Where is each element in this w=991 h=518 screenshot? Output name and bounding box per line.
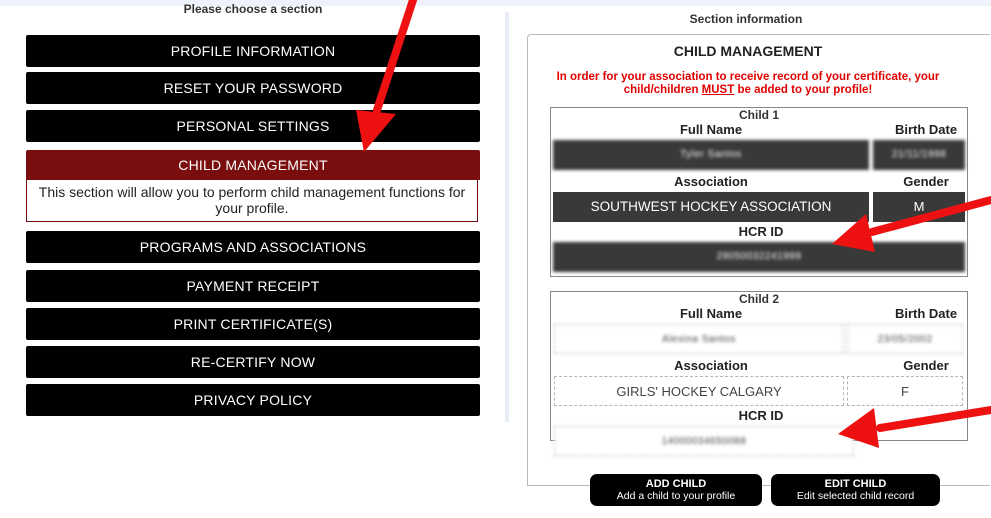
info-header: Section information <box>689 12 803 26</box>
full-name-label: Full Name <box>679 122 743 137</box>
gender-label: Gender <box>903 358 949 373</box>
add-child-subtitle: Add a child to your profile <box>616 490 736 502</box>
child-association: SOUTHWEST HOCKEY ASSOCIATION <box>553 192 869 222</box>
child-heading: Child 1 <box>738 108 779 122</box>
gender-label: Gender <box>903 174 949 189</box>
section-menu: Please choose a section PROFILE INFORMAT… <box>26 0 480 416</box>
edit-child-button[interactable]: EDIT CHILD Edit selected child record <box>771 474 940 506</box>
full-name-label: Full Name <box>679 306 743 321</box>
add-child-title: ADD CHILD <box>645 478 707 490</box>
nav-programs-associations[interactable]: PROGRAMS AND ASSOCIATIONS <box>26 231 480 263</box>
edit-child-title: EDIT CHILD <box>824 478 887 490</box>
hcr-id-label: HCR ID <box>738 408 784 423</box>
panel-title: CHILD MANAGEMENT <box>673 43 823 59</box>
nav-personal-settings[interactable]: PERSONAL SETTINGS <box>26 110 480 142</box>
child-heading: Child 2 <box>738 292 779 306</box>
association-label: Association <box>674 358 748 373</box>
warning-message: In order for your association to receive… <box>528 71 968 97</box>
birth-date-label: Birth Date <box>894 306 958 321</box>
child-gender: M <box>873 192 965 222</box>
nav-reset-password[interactable]: RESET YOUR PASSWORD <box>26 72 480 104</box>
edit-child-subtitle: Edit selected child record <box>796 490 915 502</box>
child-hcr-id: 29050032241999 <box>553 242 965 272</box>
child-birth-date: 23/05/2002 <box>847 324 963 354</box>
menu-header: Please choose a section <box>183 2 323 16</box>
child-hcr-id: 14000034650088 <box>554 426 854 456</box>
child-record-1[interactable]: Child 1 Full Name Birth Date Tyler Santo… <box>550 107 968 277</box>
nav-payment-receipt[interactable]: PAYMENT RECEIPT <box>26 270 480 302</box>
child-record-2[interactable]: Child 2 Full Name Birth Date Alexina San… <box>550 291 968 456</box>
column-divider <box>505 12 509 422</box>
child-birth-date: 21/11/1998 <box>873 140 965 170</box>
warning-text-end: be added to your profile! <box>734 84 873 96</box>
child-management-panel: CHILD MANAGEMENT In order for your assoc… <box>527 34 990 486</box>
association-label: Association <box>674 174 748 189</box>
child-association: GIRLS' HOCKEY CALGARY <box>554 376 844 406</box>
add-child-button[interactable]: ADD CHILD Add a child to your profile <box>590 474 762 506</box>
nav-profile-information[interactable]: PROFILE INFORMATION <box>26 35 480 67</box>
hcr-id-label: HCR ID <box>738 224 784 239</box>
child-full-name: Tyler Santos <box>553 140 869 170</box>
child-full-name: Alexina Santos <box>554 324 844 354</box>
nav-recertify-now[interactable]: RE-CERTIFY NOW <box>26 346 480 378</box>
nav-print-certificates[interactable]: PRINT CERTIFICATE(S) <box>26 308 480 340</box>
nav-child-management[interactable]: CHILD MANAGEMENT <box>26 150 480 180</box>
warning-must: MUST <box>701 84 735 96</box>
child-gender: F <box>847 376 963 406</box>
nav-active-description: This section will allow you to perform c… <box>26 180 478 222</box>
nav-privacy-policy[interactable]: PRIVACY POLICY <box>26 384 480 416</box>
birth-date-label: Birth Date <box>894 122 958 137</box>
